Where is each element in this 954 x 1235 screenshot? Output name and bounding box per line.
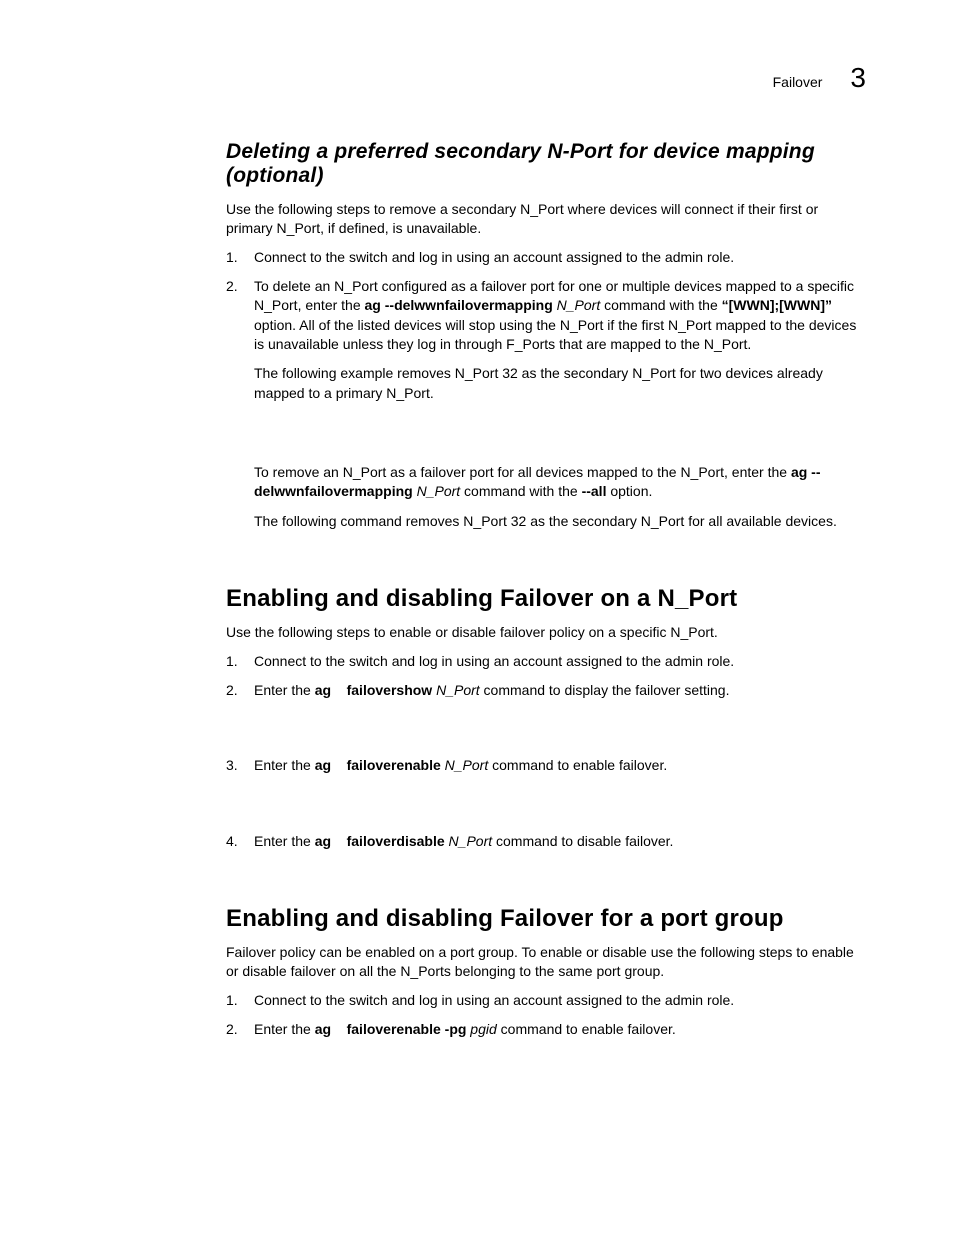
section1-heading: Deleting a preferred secondary N-Port fo… xyxy=(226,140,866,188)
running-header: Failover 3 xyxy=(226,62,866,94)
argument: N_Port xyxy=(413,483,460,499)
step-text: Connect to the switch and log in using a… xyxy=(254,249,734,265)
list-item: 1. Connect to the switch and log in usin… xyxy=(226,652,866,671)
list-item: 2. Enter the ag failovershow N_Port comm… xyxy=(226,681,866,700)
argument: N_Port xyxy=(432,682,479,698)
command: ag xyxy=(315,1021,331,1037)
list-marker: 2. xyxy=(226,1020,238,1039)
list-item: 2. To delete an N_Port configured as a f… xyxy=(226,277,866,531)
header-title: Failover xyxy=(773,74,823,90)
step-text: Enter the ag failoverenable N_Port comma… xyxy=(254,757,667,773)
command: ag xyxy=(315,833,331,849)
step-text: Connect to the switch and log in using a… xyxy=(254,992,734,1008)
command: failoverenable xyxy=(347,757,441,773)
section2-intro: Use the following steps to enable or dis… xyxy=(226,623,866,642)
command: ag xyxy=(315,682,331,698)
section3-steps: 1. Connect to the switch and log in usin… xyxy=(226,991,866,1040)
option: “[WWN];[WWN]” xyxy=(722,297,832,313)
argument: pgid xyxy=(466,1021,496,1037)
command: failoverdisable xyxy=(347,833,445,849)
step-text: To delete an N_Port configured as a fail… xyxy=(254,278,856,352)
option: --all xyxy=(582,483,607,499)
list-item: 1. Connect to the switch and log in usin… xyxy=(226,248,866,267)
list-marker: 2. xyxy=(226,681,238,700)
step-text: Connect to the switch and log in using a… xyxy=(254,653,734,669)
step-para: To remove an N_Port as a failover port f… xyxy=(254,463,866,502)
command: ag xyxy=(315,757,331,773)
chapter-number: 3 xyxy=(850,62,866,94)
argument: N_Port xyxy=(553,297,600,313)
list-item: 2. Enter the ag failoverenable -pg pgid … xyxy=(226,1020,866,1039)
list-item: 3. Enter the ag failoverenable N_Port co… xyxy=(226,756,866,775)
list-marker: 1. xyxy=(226,652,238,671)
page: Failover 3 Deleting a preferred secondar… xyxy=(0,0,954,1235)
section3-heading: Enabling and disabling Failover for a po… xyxy=(226,905,866,933)
section2-steps: 1. Connect to the switch and log in usin… xyxy=(226,652,866,851)
list-item: 4. Enter the ag failoverdisable N_Port c… xyxy=(226,832,866,851)
list-item: 1. Connect to the switch and log in usin… xyxy=(226,991,866,1010)
list-marker: 3. xyxy=(226,756,238,775)
list-marker: 2. xyxy=(226,277,238,296)
argument: N_Port xyxy=(445,833,492,849)
section1-steps: 1. Connect to the switch and log in usin… xyxy=(226,248,866,531)
step-para: The following example removes N_Port 32 … xyxy=(254,364,866,403)
step-text: Enter the ag failoverenable -pg pgid com… xyxy=(254,1021,676,1037)
section2-heading: Enabling and disabling Failover on a N_P… xyxy=(226,585,866,613)
list-marker: 1. xyxy=(226,991,238,1010)
list-marker: 4. xyxy=(226,832,238,851)
step-text: Enter the ag failovershow N_Port command… xyxy=(254,682,729,698)
section3-intro: Failover policy can be enabled on a port… xyxy=(226,943,866,981)
step-text: Enter the ag failoverdisable N_Port comm… xyxy=(254,833,673,849)
command: ag --delwwnfailovermapping xyxy=(365,297,553,313)
argument: N_Port xyxy=(441,757,488,773)
command: failoverenable -pg xyxy=(347,1021,467,1037)
section1-intro: Use the following steps to remove a seco… xyxy=(226,200,866,238)
step-para: The following command removes N_Port 32 … xyxy=(254,512,866,531)
list-marker: 1. xyxy=(226,248,238,267)
command: failovershow xyxy=(347,682,433,698)
